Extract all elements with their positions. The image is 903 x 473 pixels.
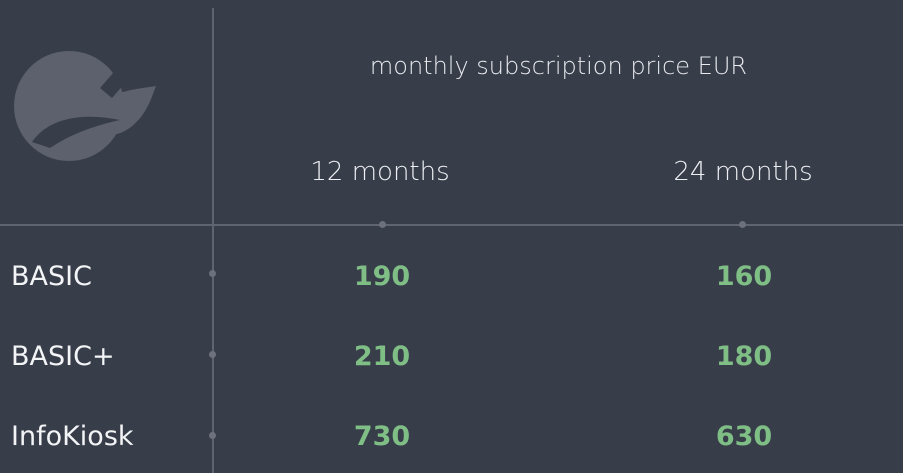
row-marker-dot	[209, 270, 216, 277]
price-basic-24-months: 160	[715, 261, 773, 292]
header-divider	[0, 224, 903, 226]
plan-label-infokiosk: InfoKiosk	[11, 421, 134, 452]
price-infokiosk-12-months: 730	[353, 421, 411, 452]
price-basic-plus-24-months: 180	[715, 341, 773, 372]
column-header-24-months: 24 months	[673, 157, 813, 187]
leaf-plug-icon	[14, 50, 156, 161]
pricing-table: monthly subscription price EUR 12 months…	[0, 0, 903, 473]
table-title: monthly subscription price EUR	[369, 52, 748, 80]
plan-label-basic: BASIC	[11, 261, 92, 292]
row-marker-dot	[209, 351, 216, 358]
price-basic-plus-12-months: 210	[353, 341, 411, 372]
column-header-12-months: 12 months	[310, 157, 450, 187]
price-infokiosk-24-months: 630	[715, 421, 773, 452]
plan-label-basic-plus: BASIC+	[11, 341, 115, 372]
row-marker-dot	[209, 432, 216, 439]
column-marker-dot	[739, 221, 746, 228]
column-marker-dot	[379, 221, 386, 228]
price-basic-12-months: 190	[353, 261, 411, 292]
